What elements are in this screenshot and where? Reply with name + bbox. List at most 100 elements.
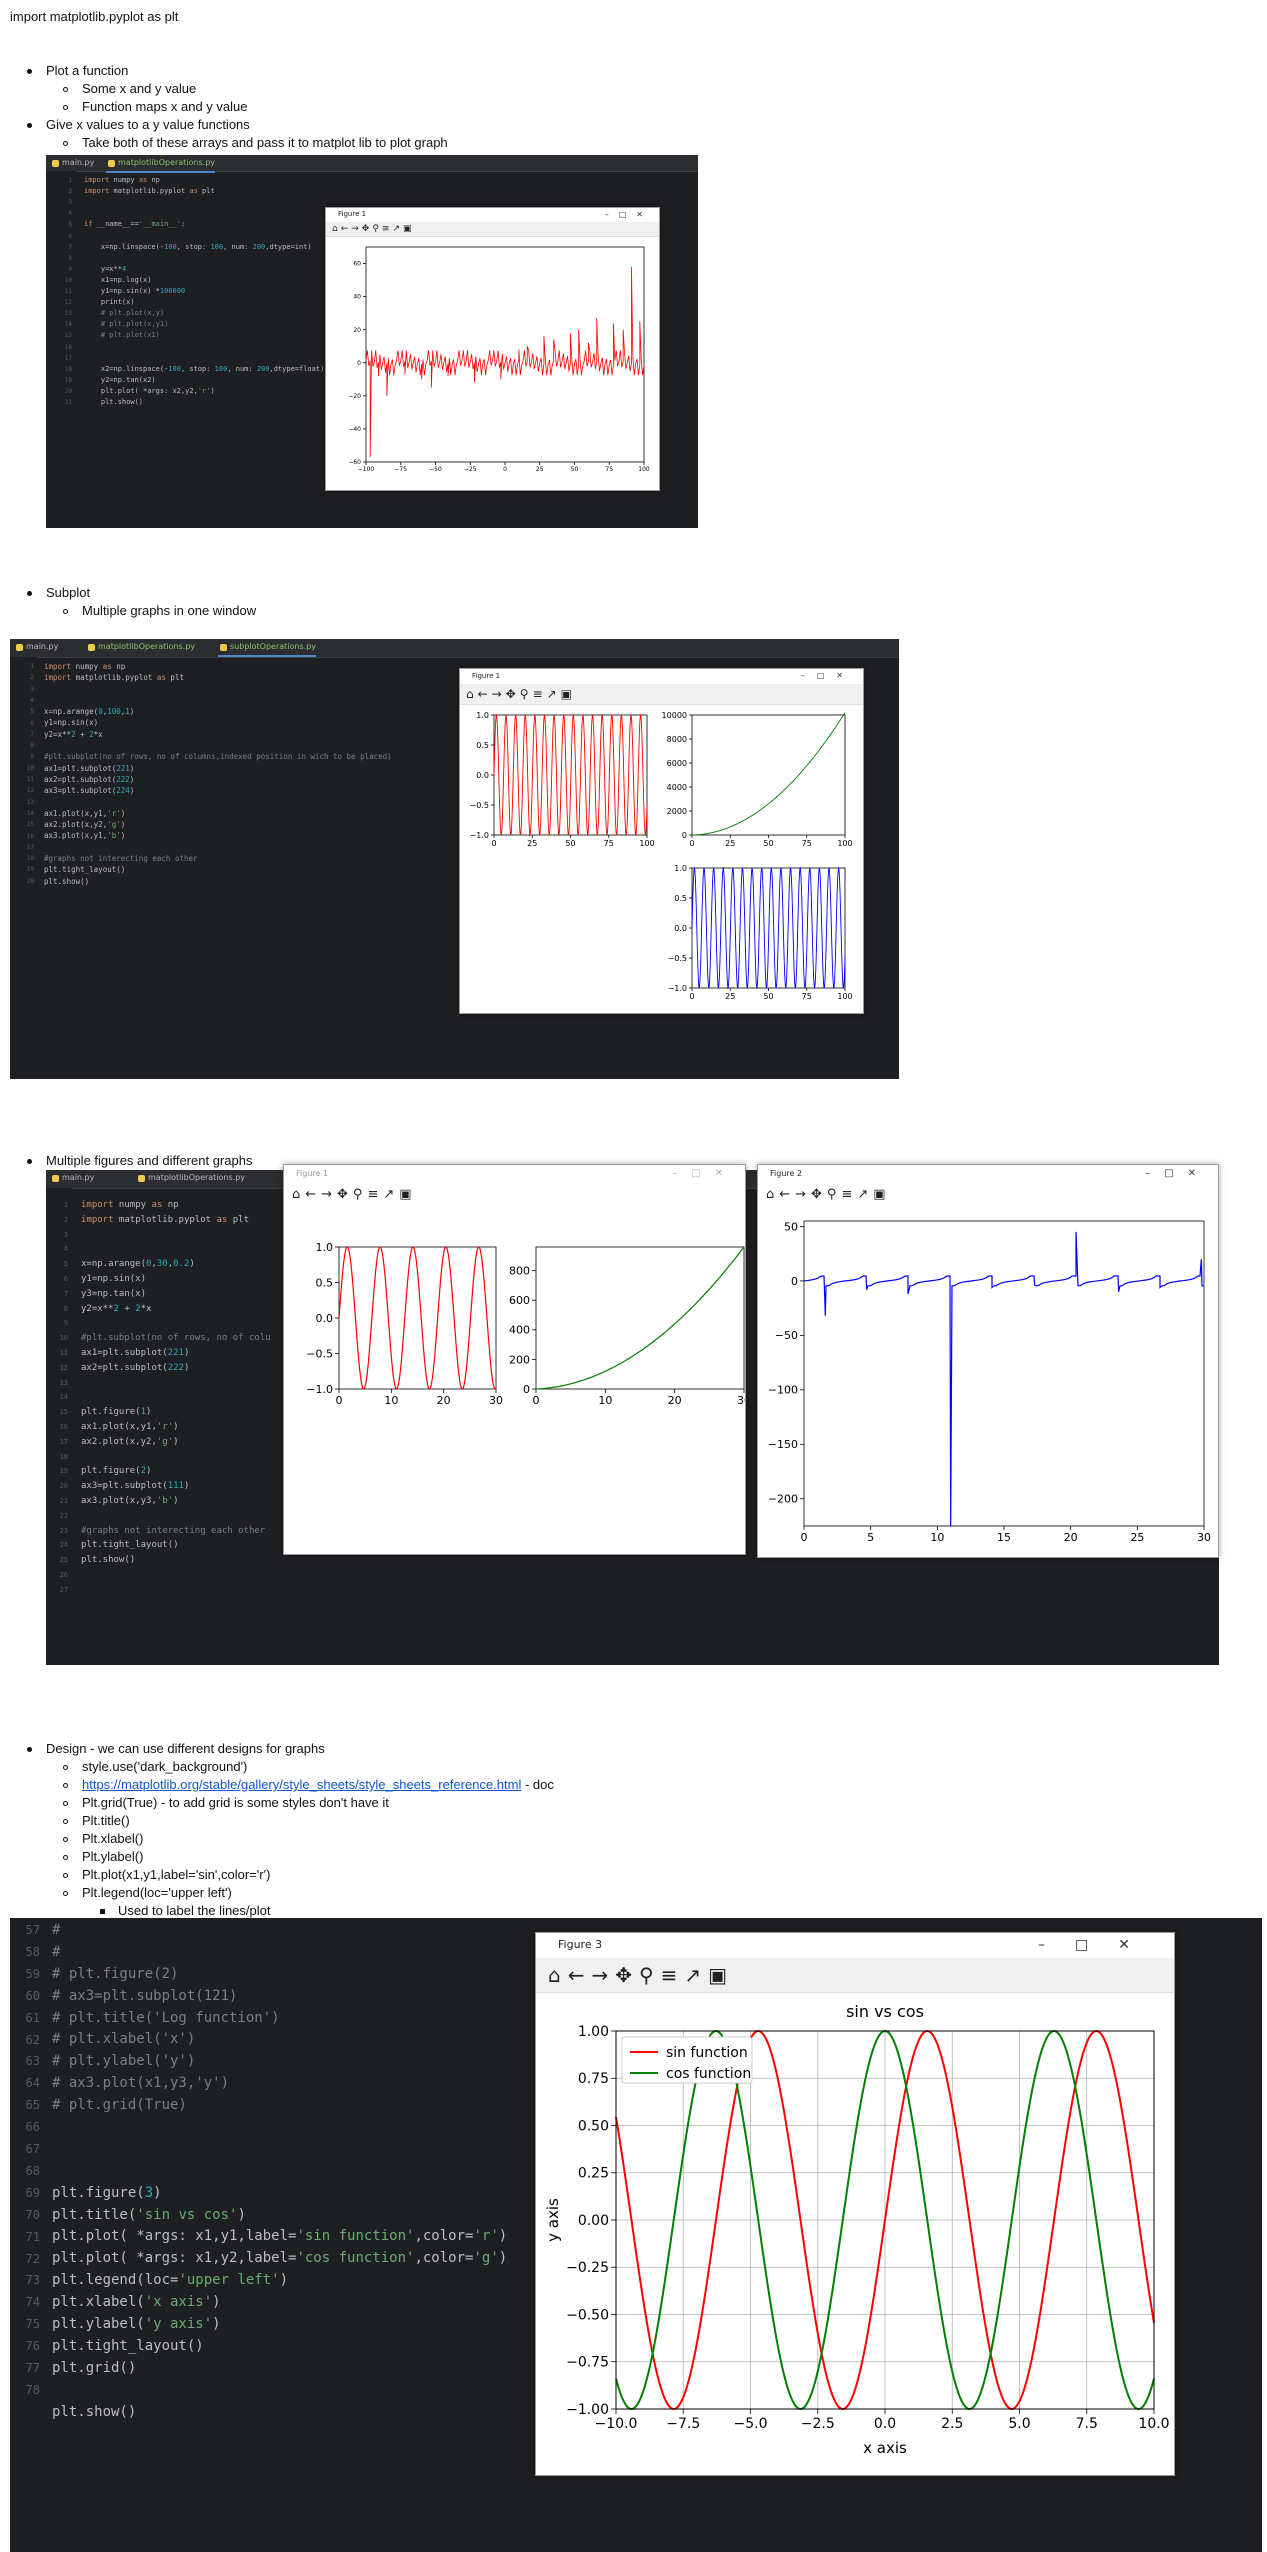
code-line[interactable]: plt.figure(2) bbox=[81, 1464, 271, 1479]
code-line[interactable]: # plt.grid(True) bbox=[52, 2095, 507, 2117]
code-line[interactable]: import matplotlib.pyplot as plt bbox=[84, 186, 324, 197]
code-line[interactable]: print(x) bbox=[84, 297, 324, 308]
code-line[interactable]: y2=x**2 + 2*x bbox=[44, 729, 392, 740]
toolbar-icons[interactable]: ⌂←→✥⚲≡↗▣ bbox=[292, 1184, 417, 1206]
figure-window-1[interactable]: Figure 1 –□✕ ⌂←→✥⚲≡↗▣ −100 −75 −50 −25 0 25 50… bbox=[325, 207, 660, 491]
code-line[interactable] bbox=[44, 695, 392, 706]
tab-matplotlib-operations[interactable]: matplotlibOperations.py bbox=[106, 155, 216, 173]
code-line[interactable]: ax2.plot(x,y2,'g') bbox=[81, 1435, 271, 1450]
code-line[interactable]: plt.tight_layout() bbox=[44, 864, 392, 875]
code-line[interactable]: ax2=plt.subplot(222) bbox=[81, 1361, 271, 1376]
code-line[interactable] bbox=[81, 1376, 271, 1391]
window-controls[interactable]: –□✕ bbox=[605, 208, 653, 221]
tab-subplot-operations[interactable]: subplotOperations.py bbox=[218, 639, 316, 657]
code-line[interactable]: #plt.subplot(no of rows, no of colu bbox=[81, 1331, 271, 1346]
code-line[interactable] bbox=[81, 1450, 271, 1465]
code-line[interactable] bbox=[84, 197, 324, 208]
code-line[interactable]: x=np.arange(0,30,0.2) bbox=[81, 1257, 271, 1272]
code-line[interactable]: plt.plot( *args: x1,y2,label='cos functi… bbox=[52, 2248, 507, 2270]
code-line[interactable]: y1=np.sin(x) bbox=[44, 717, 392, 728]
tab-main-py[interactable]: main.py bbox=[50, 155, 94, 171]
code-line[interactable]: ax1.plot(x,y1,'r') bbox=[44, 808, 392, 819]
code-line[interactable]: # plt.xlabel('x') bbox=[52, 2029, 507, 2051]
code-line[interactable] bbox=[44, 842, 392, 853]
figure-window-subplots[interactable]: Figure 1 –□✕ ⌂←→✥⚲≡↗▣ 0 25 50 75 100 1.0 0.5 0.… bbox=[459, 668, 864, 1014]
code-line[interactable]: import numpy as np bbox=[81, 1198, 271, 1213]
code-line[interactable]: ax1=plt.subplot(221) bbox=[81, 1346, 271, 1361]
code-line[interactable]: #plt.subplot(no of rows, no of columns,i… bbox=[44, 751, 392, 762]
code-line[interactable]: # plt.plot(x,y) bbox=[84, 308, 324, 319]
code-line[interactable]: plt.show() bbox=[52, 2402, 507, 2424]
code-line[interactable]: x2=np.linspace(-100, stop: 100, num: 200… bbox=[84, 364, 324, 375]
code-line[interactable]: y2=x**2 + 2*x bbox=[81, 1302, 271, 1317]
code-line[interactable]: plt.figure(1) bbox=[81, 1405, 271, 1420]
code-line[interactable]: # ax3.plot(x1,y3,'y') bbox=[52, 2073, 507, 2095]
code-line[interactable]: ax2.plot(x,y2,'g') bbox=[44, 819, 392, 830]
code-line[interactable]: ax3.plot(x,y1,'b') bbox=[44, 830, 392, 841]
code-line[interactable] bbox=[84, 208, 324, 219]
window-controls[interactable]: –□✕ bbox=[1145, 1165, 1210, 1183]
code-line[interactable]: plt.title('sin vs cos') bbox=[52, 2205, 507, 2227]
code-line[interactable]: plt.tight_layout() bbox=[81, 1538, 271, 1553]
tab-main-py[interactable]: main.py bbox=[14, 639, 58, 655]
code-line[interactable] bbox=[52, 2139, 507, 2161]
code-line[interactable] bbox=[81, 1242, 271, 1257]
code-line[interactable] bbox=[44, 740, 392, 751]
code-line[interactable]: y2=np.tan(x2) bbox=[84, 375, 324, 386]
code-line[interactable]: # plt.figure(2) bbox=[52, 1964, 507, 1986]
code-line[interactable] bbox=[81, 1583, 271, 1598]
code-line[interactable]: plt.legend(loc='upper left') bbox=[52, 2270, 507, 2292]
code-editor[interactable]: import numpy as np import matplotlib.pypl… bbox=[44, 661, 392, 887]
code-line[interactable]: ax3=plt.subplot(224) bbox=[44, 785, 392, 796]
doc-link[interactable]: https://matplotlib.org/stable/gallery/st… bbox=[82, 1777, 521, 1792]
code-line[interactable]: #graphs not interecting each other bbox=[44, 853, 392, 864]
code-editor[interactable]: import numpy as np import matplotlib.pypl… bbox=[81, 1198, 271, 1598]
toolbar-icons[interactable]: ⌂←→✥⚲≡↗▣ bbox=[548, 1958, 734, 1992]
code-line[interactable]: plt.xlabel('x axis') bbox=[52, 2292, 507, 2314]
toolbar-icons[interactable]: ⌂←→✥⚲≡↗▣ bbox=[766, 1184, 891, 1206]
code-editor[interactable]: import numpy as np import matplotlib.pypl… bbox=[84, 175, 324, 408]
code-editor[interactable]: # # # plt.figure(2) # ax3=plt.subplot(121) #… bbox=[52, 1920, 507, 2423]
code-line[interactable] bbox=[52, 2161, 507, 2183]
code-line[interactable] bbox=[81, 1228, 271, 1243]
code-line[interactable]: y3=np.tan(x) bbox=[81, 1287, 271, 1302]
code-line[interactable]: x1=np.log(x) bbox=[84, 275, 324, 286]
code-line[interactable] bbox=[84, 353, 324, 364]
code-line[interactable]: # bbox=[52, 1942, 507, 1964]
code-line[interactable]: plt.figure(3) bbox=[52, 2183, 507, 2205]
code-line[interactable]: ax1=plt.subplot(221) bbox=[44, 763, 392, 774]
code-line[interactable]: # plt.title('Log function') bbox=[52, 2008, 507, 2030]
tab-matplotlib-operations[interactable]: matplotlibOperations.py bbox=[86, 639, 195, 655]
code-line[interactable]: ax3=plt.subplot(111) bbox=[81, 1479, 271, 1494]
window-controls[interactable]: –□✕ bbox=[672, 1165, 737, 1183]
code-line[interactable]: # bbox=[52, 1920, 507, 1942]
code-line[interactable]: import numpy as np bbox=[84, 175, 324, 186]
code-line[interactable]: y1=np.sin(x) *100000 bbox=[84, 286, 324, 297]
code-line[interactable] bbox=[44, 797, 392, 808]
code-line[interactable]: x=np.arange(0,100,1) bbox=[44, 706, 392, 717]
code-line[interactable] bbox=[84, 341, 324, 352]
toolbar-icons[interactable]: ⌂←→✥⚲≡↗▣ bbox=[332, 222, 415, 236]
code-line[interactable]: plt.plot( *args: x1,y1,label='sin functi… bbox=[52, 2226, 507, 2248]
tab-main-py[interactable]: main.py bbox=[50, 1170, 94, 1186]
code-line[interactable]: y1=np.sin(x) bbox=[81, 1272, 271, 1287]
code-line[interactable]: # ax3=plt.subplot(121) bbox=[52, 1986, 507, 2008]
code-line[interactable]: plt.show() bbox=[84, 397, 324, 408]
code-line[interactable] bbox=[81, 1568, 271, 1583]
code-line[interactable]: plt.plot( *args: x2,y2,'r') bbox=[84, 386, 324, 397]
code-line[interactable] bbox=[52, 2117, 507, 2139]
code-line[interactable]: ax1.plot(x,y1,'r') bbox=[81, 1420, 271, 1435]
tab-matplotlib-operations[interactable]: matplotlibOperations.py bbox=[136, 1170, 245, 1186]
code-line[interactable]: plt.show() bbox=[81, 1553, 271, 1568]
code-line[interactable] bbox=[81, 1390, 271, 1405]
code-line[interactable]: # plt.plot(x1) bbox=[84, 330, 324, 341]
code-line[interactable]: plt.tight_layout() bbox=[52, 2336, 507, 2358]
code-line[interactable]: plt.grid() bbox=[52, 2358, 507, 2380]
code-line[interactable]: # plt.ylabel('y') bbox=[52, 2051, 507, 2073]
code-line[interactable] bbox=[81, 1316, 271, 1331]
code-line[interactable]: plt.ylabel('y axis') bbox=[52, 2314, 507, 2336]
code-line[interactable] bbox=[52, 2380, 507, 2402]
code-line[interactable]: ax2=plt.subplot(222) bbox=[44, 774, 392, 785]
code-line[interactable] bbox=[84, 253, 324, 264]
window-controls[interactable]: –□✕ bbox=[801, 669, 855, 683]
